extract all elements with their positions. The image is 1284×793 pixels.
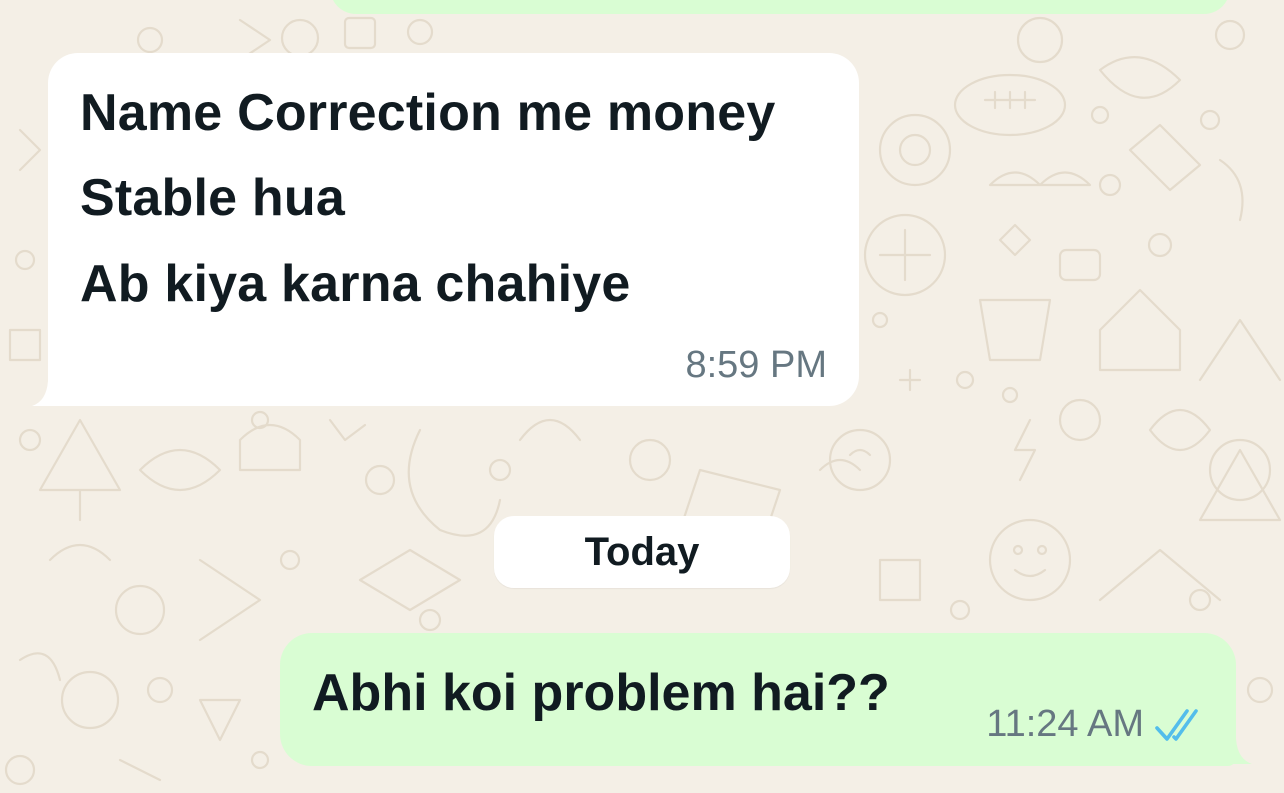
- outgoing-message-time: 11:24 AM: [986, 703, 1144, 745]
- incoming-bubble-tail: [32, 370, 68, 406]
- double-check-read-icon: [1155, 708, 1198, 741]
- outgoing-message-bubble[interactable]: Abhi koi problem hai?? 11:24 AM: [280, 633, 1236, 766]
- incoming-message-line: Name Correction me money: [80, 84, 776, 142]
- date-separator-label: Today: [584, 529, 700, 574]
- incoming-message-line: Stable hua: [80, 169, 345, 227]
- outgoing-bubble-tail: [1216, 728, 1252, 764]
- outgoing-message-meta: 11:24 AM: [986, 703, 1208, 746]
- incoming-message-bubble[interactable]: Name Correction me money Stable hua Ab k…: [48, 53, 859, 406]
- outgoing-message-text: Abhi koi problem hai??: [312, 664, 890, 722]
- incoming-message-line: Ab kiya karna chahiye: [80, 255, 631, 313]
- date-separator: Today: [494, 516, 790, 588]
- incoming-message-time: 8:59 PM: [685, 344, 827, 386]
- previous-outgoing-bubble: [330, 0, 1230, 14]
